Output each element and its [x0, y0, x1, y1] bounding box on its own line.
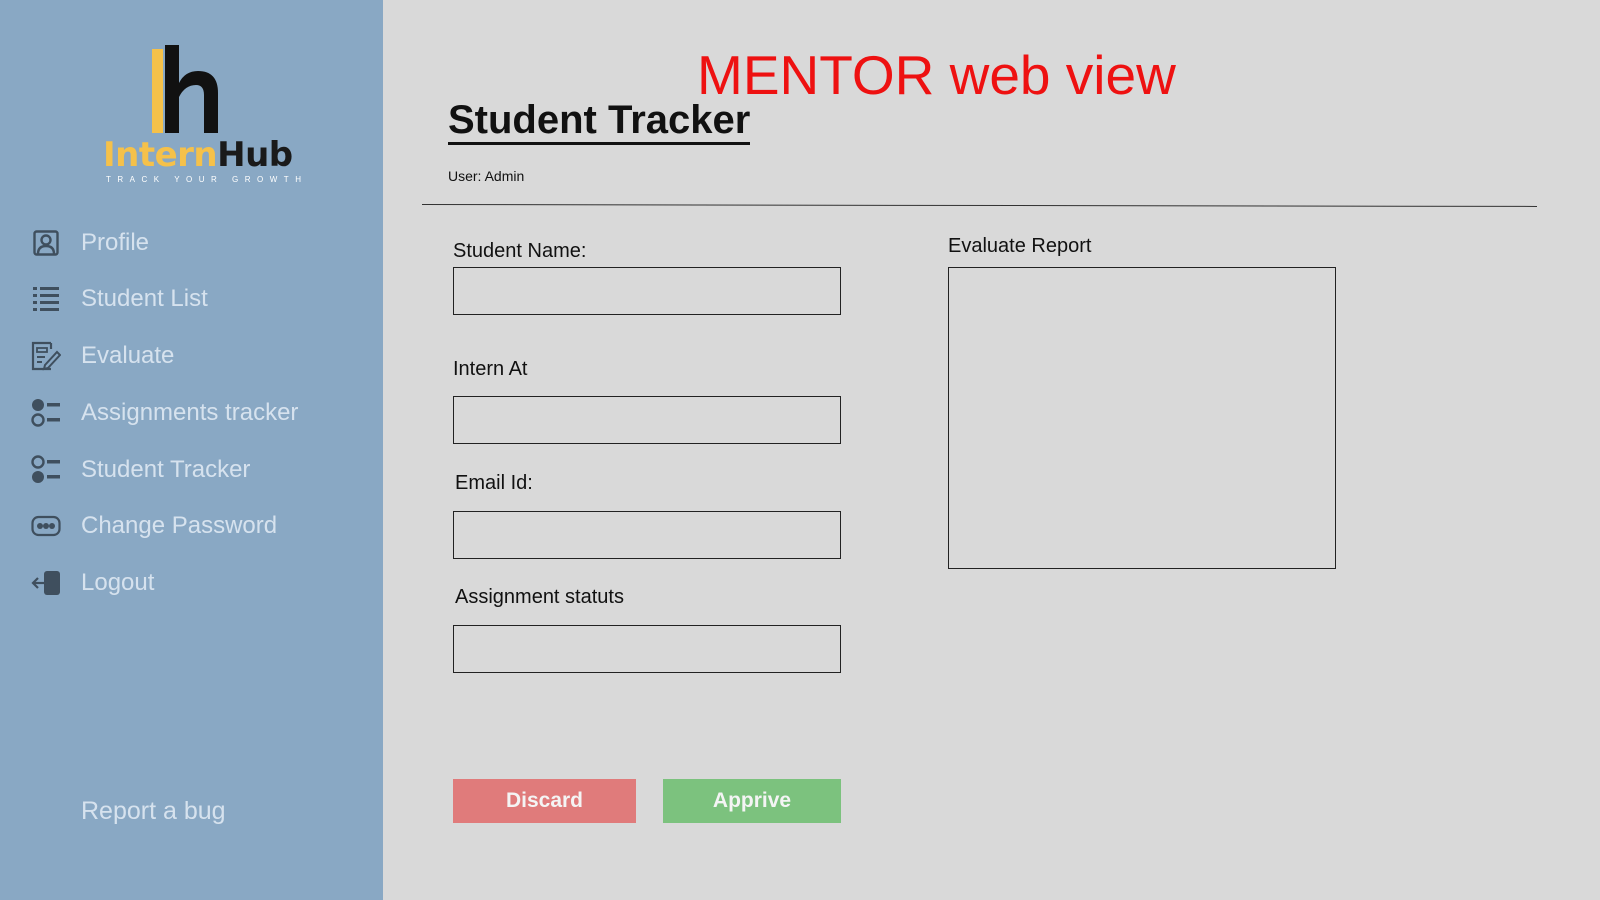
sidebar-item-student-list[interactable]: Student List	[28, 279, 368, 319]
header-divider	[421, 204, 1537, 207]
tracker-icon	[28, 452, 64, 488]
sidebar: InternHub TRACK YOUR GROWTH Profile Stud…	[0, 0, 383, 900]
sidebar-item-profile[interactable]: Profile	[28, 223, 368, 263]
report-bug-link[interactable]: Report a bug	[81, 797, 226, 826]
tracker-icon	[28, 395, 64, 431]
logo-wordmark: InternHub	[103, 135, 293, 175]
sidebar-item-logout[interactable]: Logout	[28, 563, 368, 603]
sidebar-item-label: Change Password	[81, 512, 278, 539]
view-banner: MENTOR web view	[697, 44, 1176, 106]
list-icon	[28, 281, 64, 317]
sidebar-item-student-tracker[interactable]: Student Tracker	[28, 450, 368, 490]
evaluate-report-textarea[interactable]	[948, 267, 1336, 569]
student-name-label: Student Name:	[453, 240, 587, 262]
discard-button[interactable]: Discard	[453, 779, 636, 823]
approve-button[interactable]: Apprive	[663, 779, 841, 823]
logout-icon	[28, 565, 64, 601]
sidebar-item-label: Student Tracker	[81, 456, 251, 483]
current-user: User: Admin	[448, 168, 525, 184]
email-input[interactable]	[453, 511, 841, 559]
sidebar-item-label: Evaluate	[81, 342, 175, 369]
sidebar-item-label: Assignments tracker	[81, 399, 299, 426]
sidebar-item-label: Profile	[81, 229, 150, 256]
evaluate-report-label: Evaluate Report	[948, 235, 1092, 257]
internhub-logo[interactable]: InternHub TRACK YOUR GROWTH	[100, 45, 301, 185]
evaluate-icon	[28, 338, 64, 374]
page-title: Student Tracker	[448, 98, 751, 145]
assignment-status-label: Assignment statuts	[455, 586, 624, 608]
password-icon	[28, 508, 64, 544]
logo-tagline: TRACK YOUR GROWTH	[106, 175, 308, 184]
intern-at-label: Intern At	[453, 358, 528, 380]
sidebar-item-assignments-tracker[interactable]: Assignments tracker	[28, 393, 368, 433]
assignment-status-input[interactable]	[453, 625, 841, 673]
logo-h-mark	[152, 45, 218, 133]
sidebar-item-change-password[interactable]: Change Password	[28, 506, 368, 546]
sidebar-item-evaluate[interactable]: Evaluate	[28, 336, 368, 376]
sidebar-item-label: Logout	[81, 569, 155, 596]
profile-icon	[28, 225, 64, 261]
intern-at-input[interactable]	[453, 396, 841, 444]
student-name-input[interactable]	[453, 267, 841, 315]
sidebar-item-label: Student List	[81, 285, 208, 312]
email-label: Email Id:	[455, 472, 533, 494]
